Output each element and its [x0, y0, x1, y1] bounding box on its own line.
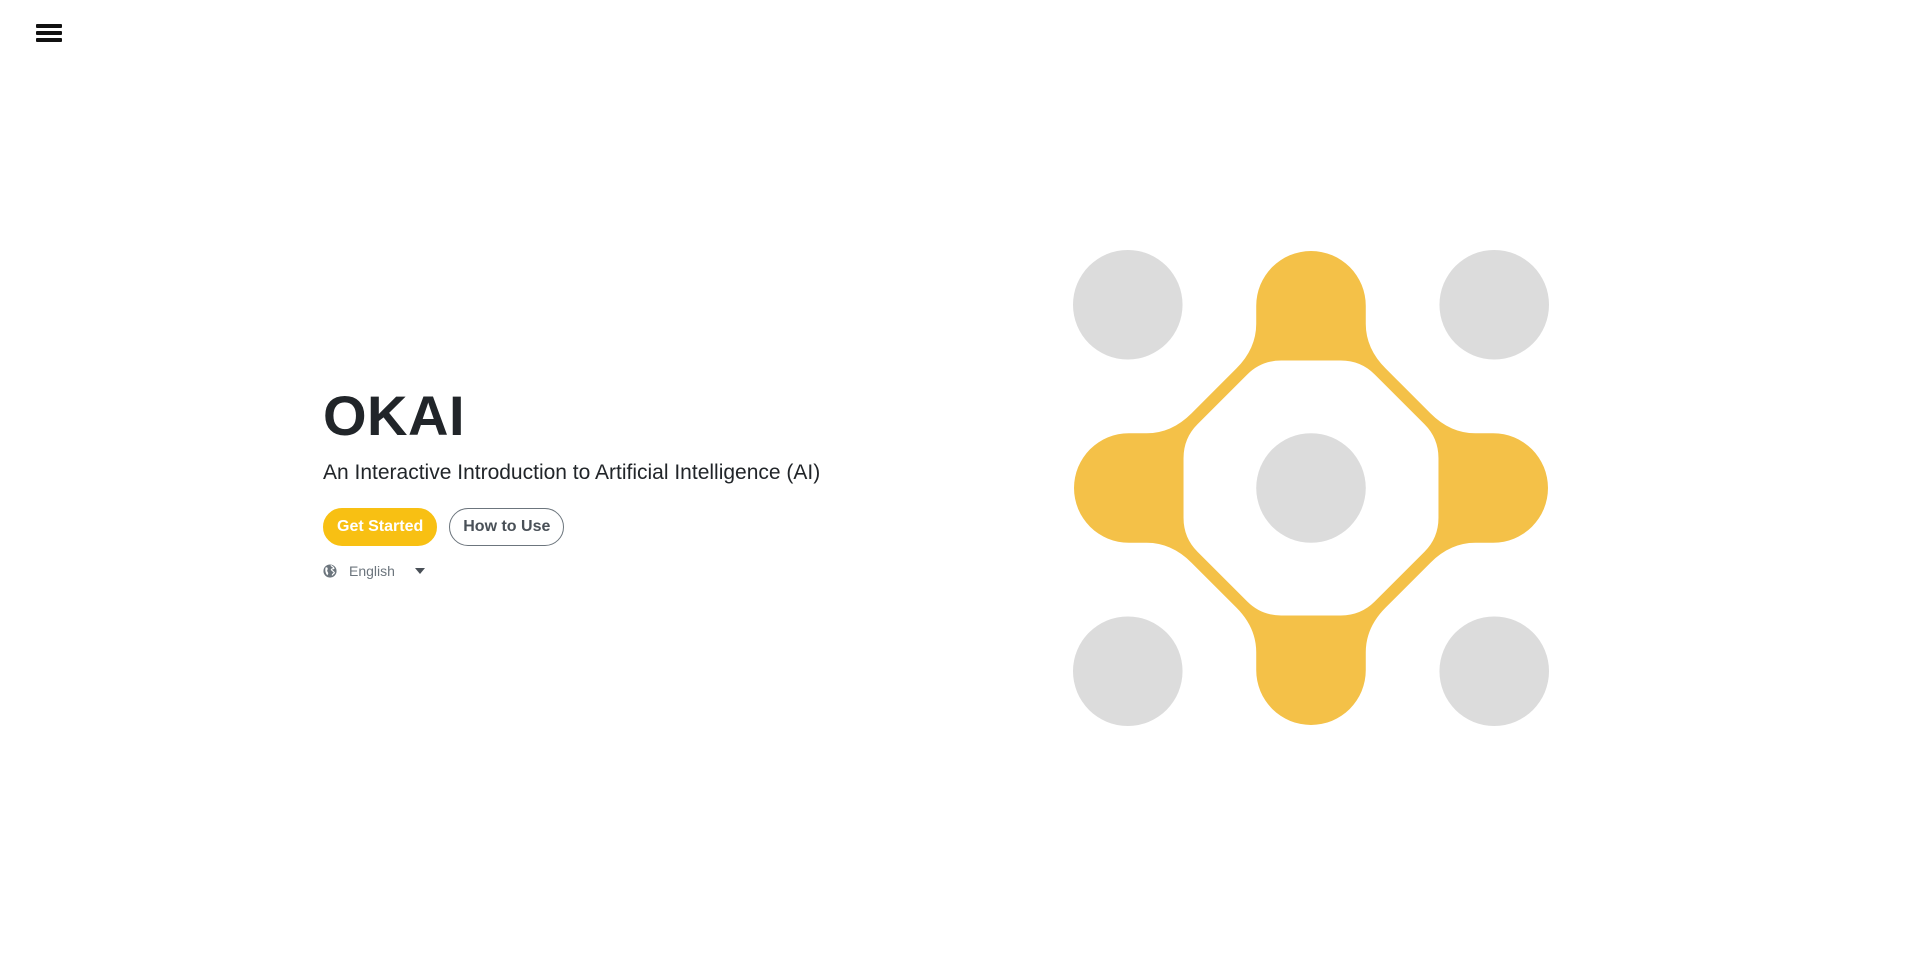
logo-dot-bottom-left: [1072, 616, 1183, 727]
menu-bar: [36, 38, 62, 42]
logo-dot-top-right: [1439, 249, 1550, 360]
page-subtitle: An Interactive Introduction to Artificia…: [323, 461, 821, 484]
language-label: English: [349, 563, 395, 579]
okai-logo: [1072, 249, 1550, 727]
menu-bar: [36, 24, 62, 28]
get-started-button[interactable]: Get Started: [323, 508, 438, 546]
logo-dot-top-left: [1072, 249, 1183, 360]
menu-bar: [36, 31, 62, 35]
caret-down-icon: [414, 568, 425, 574]
hero-buttons: Get Started How to Use: [323, 508, 963, 546]
page-title: OKAI: [323, 384, 465, 447]
hero-section: OKAI An Interactive Introduction to Arti…: [323, 380, 963, 579]
language-selector[interactable]: English: [323, 563, 433, 579]
logo-dot-bottom-right: [1439, 616, 1550, 727]
globe-icon: [323, 564, 337, 578]
logo-center-dot: [1256, 433, 1366, 543]
hamburger-menu-icon[interactable]: [36, 22, 62, 44]
how-to-use-button[interactable]: How to Use: [449, 508, 565, 546]
